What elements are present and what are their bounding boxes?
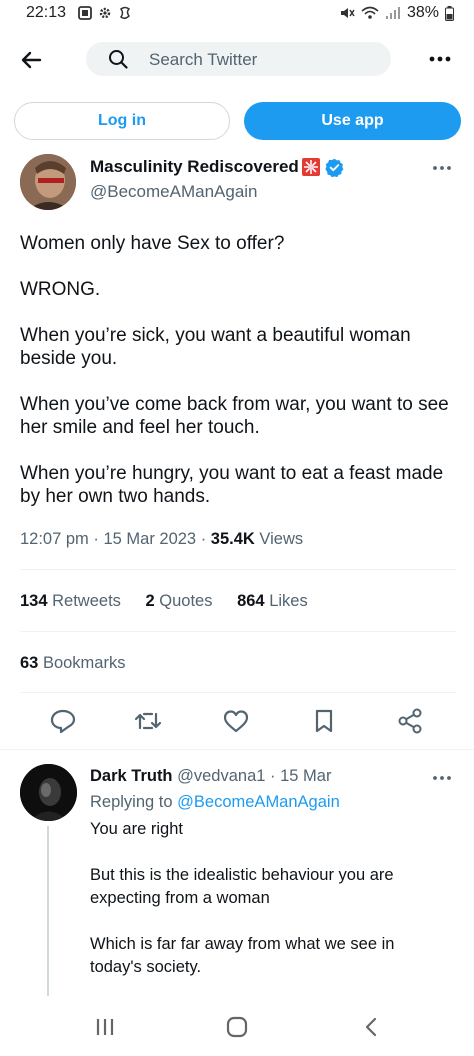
retweet-button[interactable] xyxy=(133,706,163,736)
status-right: 38% xyxy=(339,4,454,22)
avatar-image xyxy=(20,764,77,821)
home-button[interactable] xyxy=(226,1016,248,1043)
likes-stat[interactable]: 864 Likes xyxy=(237,592,308,610)
search-input[interactable]: Search Twitter xyxy=(86,42,391,76)
use-app-button[interactable]: Use app xyxy=(244,102,461,140)
avatar-image xyxy=(20,154,76,210)
reply-header: Dark Truth @vedvana1 · 15 Mar xyxy=(90,767,332,785)
reply-author-avatar[interactable] xyxy=(20,764,77,821)
quotes-label: Quotes xyxy=(159,592,213,610)
search-placeholder: Search Twitter xyxy=(149,50,258,69)
tweet-paragraph: When you’re hungry, you want to eat a fe… xyxy=(20,463,444,507)
reply-date[interactable]: 15 Mar xyxy=(280,767,331,785)
reply-button[interactable] xyxy=(48,706,78,736)
reply-icon xyxy=(50,709,76,734)
reply-author-name[interactable]: Dark Truth xyxy=(90,767,173,785)
tweet-paragraph: When you’re sick, you want a beautiful w… xyxy=(20,325,411,369)
divider xyxy=(20,569,456,570)
author-name-row[interactable]: Masculinity Rediscovered xyxy=(90,157,344,177)
quotes-count: 2 xyxy=(145,592,155,610)
reply-paragraph: But this is the idealistic behaviour you… xyxy=(90,866,394,907)
bookmark-button[interactable] xyxy=(309,706,339,736)
retweets-label: Retweets xyxy=(52,592,121,610)
tweet-date[interactable]: 15 Mar 2023 xyxy=(103,530,196,548)
app-notification-icon xyxy=(119,6,131,20)
reply-author-handle[interactable]: @vedvana1 xyxy=(177,767,265,785)
tweet-text: Women only have Sex to offer? WRONG. Whe… xyxy=(20,232,460,531)
author-name: Masculinity Rediscovered xyxy=(90,157,299,176)
retweets-count: 134 xyxy=(20,592,48,610)
reply-paragraph: Which is far far away from what we see i… xyxy=(90,935,395,976)
retweets-stat[interactable]: 134 Retweets xyxy=(20,592,121,610)
views-count: 35.4K xyxy=(210,530,255,548)
reply-text: You are right But this is the idealistic… xyxy=(90,818,450,1002)
battery-percent: 38% xyxy=(406,4,439,21)
recent-apps-button[interactable] xyxy=(94,1016,116,1043)
tweet-paragraph: Women only have Sex to offer? xyxy=(20,233,285,254)
chevron-left-icon xyxy=(365,1017,377,1037)
heart-icon xyxy=(223,710,249,733)
battery-icon xyxy=(445,5,454,21)
more-horizontal-icon xyxy=(433,166,451,170)
views-label: Views xyxy=(259,530,304,548)
likes-count: 864 xyxy=(237,592,265,610)
reply-paragraph: You are right xyxy=(90,820,183,838)
bookmarks-stat[interactable]: 63 Bookmarks xyxy=(20,654,125,673)
verified-badge-icon xyxy=(325,158,344,177)
status-notification-icons xyxy=(78,6,132,20)
author-handle[interactable]: @BecomeAManAgain xyxy=(90,182,258,202)
tweet-meta: 12:07 pm · 15 Mar 2023 · 35.4K Views xyxy=(20,530,304,548)
arrow-left-icon xyxy=(21,51,42,69)
signal-icon xyxy=(385,7,400,19)
bookmark-icon xyxy=(315,709,333,733)
system-nav-bar xyxy=(0,1000,474,1056)
siren-emoji-icon xyxy=(301,158,320,176)
like-button[interactable] xyxy=(221,706,251,736)
mute-icon xyxy=(340,8,355,18)
replying-prefix: Replying to xyxy=(90,793,173,811)
home-icon xyxy=(226,1016,248,1038)
divider xyxy=(20,692,456,693)
more-horizontal-icon xyxy=(429,56,451,62)
replying-to-link[interactable]: @BecomeAManAgain xyxy=(177,793,340,811)
login-button[interactable]: Log in xyxy=(14,102,230,140)
bookmarks-count: 63 xyxy=(20,654,39,672)
status-bar: 22:13 38% xyxy=(0,0,474,30)
likes-label: Likes xyxy=(269,592,308,610)
more-options-button[interactable] xyxy=(424,44,456,74)
more-horizontal-icon xyxy=(433,776,451,780)
wifi-icon xyxy=(361,6,379,19)
share-icon xyxy=(398,708,422,734)
divider xyxy=(0,749,474,750)
tweet-time[interactable]: 12:07 pm xyxy=(20,530,89,548)
status-time: 22:13 xyxy=(26,4,67,21)
tweet-paragraph: When you’ve come back from war, you want… xyxy=(20,394,449,438)
recent-apps-icon xyxy=(96,1019,114,1035)
notification-icon xyxy=(78,6,92,20)
divider xyxy=(20,631,456,632)
share-button[interactable] xyxy=(395,706,425,736)
reply-more-button[interactable] xyxy=(428,770,456,786)
thread-line xyxy=(47,826,49,996)
system-back-button[interactable] xyxy=(360,1016,382,1043)
retweet-icon xyxy=(134,712,162,730)
replying-to: Replying to @BecomeAManAgain xyxy=(90,793,340,812)
settings-gear-icon xyxy=(99,7,111,19)
search-icon xyxy=(109,50,128,69)
back-button[interactable] xyxy=(16,44,48,76)
author-avatar[interactable] xyxy=(20,154,76,210)
bookmarks-label: Bookmarks xyxy=(42,654,126,672)
quotes-stat[interactable]: 2 Quotes xyxy=(146,592,213,610)
tweet-more-button[interactable] xyxy=(428,160,456,176)
tweet-paragraph: WRONG. xyxy=(20,279,101,300)
tweet-stats: 134 Retweets 2 Quotes 864 Likes xyxy=(20,592,308,611)
